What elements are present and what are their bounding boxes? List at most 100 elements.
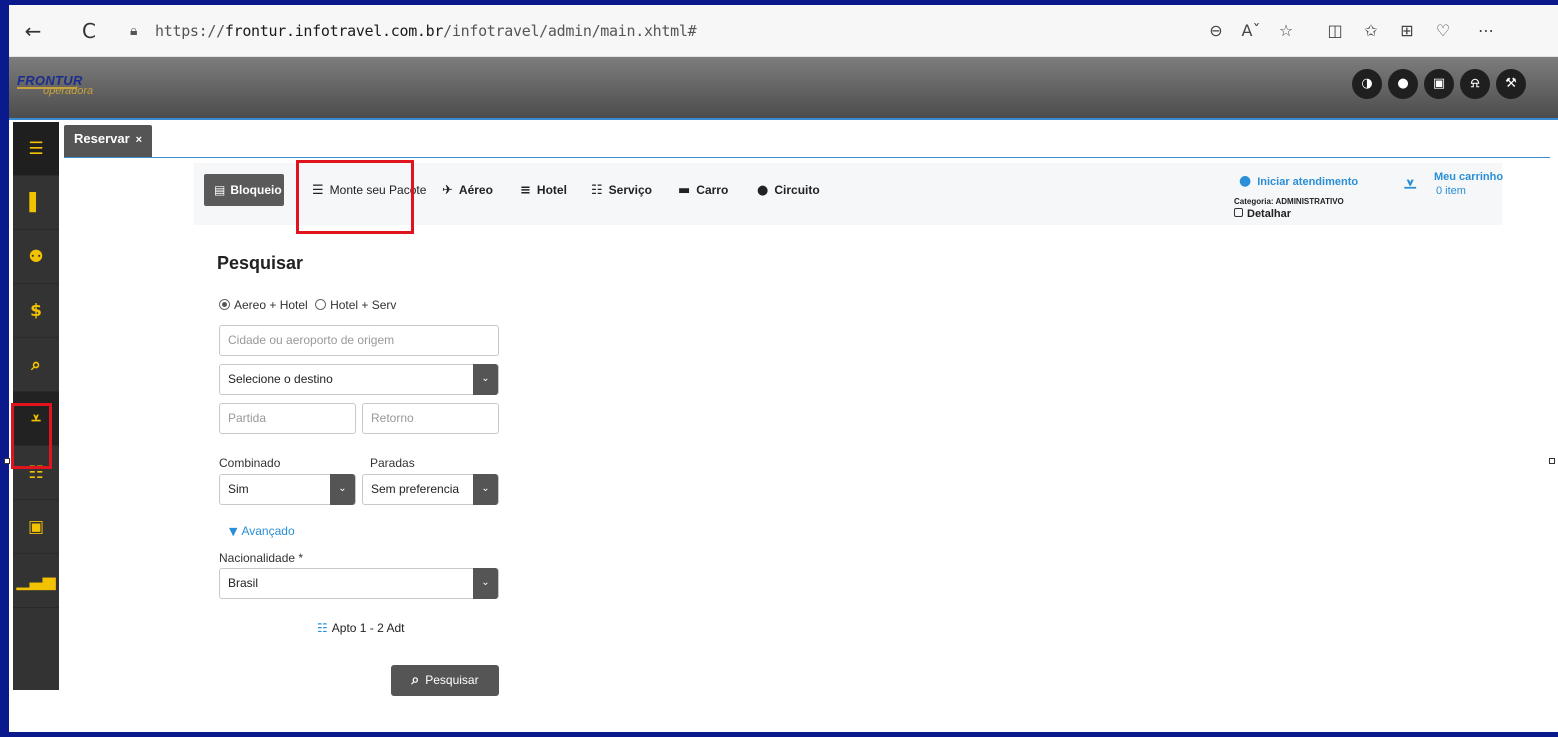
menu-toggle-icon[interactable]: ☰ <box>13 122 59 176</box>
favorites-list-icon[interactable]: ✩ <box>1359 19 1383 43</box>
nacionalidade-value: Brasil <box>228 576 259 590</box>
iniciar-atendimento-link[interactable]: ● Iniciar atendimento <box>1239 173 1358 189</box>
detalhar-label: Detalhar <box>1247 208 1292 220</box>
radio-selected-icon <box>219 299 230 310</box>
chevron-down-icon[interactable]: ⌄ <box>473 474 498 505</box>
radio-hotel-serv-label: Hotel + Serv <box>330 298 397 312</box>
menu-carro-label: Carro <box>696 183 729 197</box>
highlight-monte-seu-pacote <box>296 160 414 234</box>
browser-window: ← C 🔒︎ https://frontur.infotravel.com.br… <box>9 5 1558 732</box>
resize-handle-left <box>4 458 10 464</box>
menu-circuito-label: Circuito <box>774 183 820 197</box>
chevron-down-icon[interactable]: ⌄ <box>473 364 498 395</box>
contrast-icon[interactable]: ◑ <box>1352 69 1382 99</box>
back-icon[interactable]: ← <box>19 17 47 45</box>
package-type-radios: Aereo + Hotel Hotel + Serv <box>219 298 396 312</box>
filter-icon: ▼ <box>229 525 238 538</box>
pesquisar-button[interactable]: ⌕ Pesquisar <box>391 665 499 696</box>
menu-hotel-label: Hotel <box>536 183 567 197</box>
radio-hotel-serv[interactable]: Hotel + Serv <box>315 298 396 312</box>
bell-icon[interactable]: ⍾ <box>1460 69 1490 99</box>
frontur-logo[interactable]: FRONTUR operadora <box>17 73 93 97</box>
carrinho-label: Meu carrinho <box>1434 171 1504 183</box>
search-icon[interactable]: ⌕ <box>13 338 59 392</box>
radio-aereo-hotel-label: Aereo + Hotel <box>234 298 308 312</box>
origem-input[interactable]: Cidade ou aeroporto de origem <box>219 325 499 356</box>
menu-circuito[interactable]: ● Circuito <box>757 174 820 206</box>
car-icon: ▬ <box>678 183 691 198</box>
menu-hotel[interactable]: ≡ Hotel <box>520 174 567 206</box>
money-icon[interactable]: ▣ <box>13 500 59 554</box>
users-icon[interactable]: ⚉ <box>13 230 59 284</box>
combinado-select[interactable]: Sim ⌄ <box>219 474 356 505</box>
menu-bloqueio[interactable]: ▤ Bloqueio <box>204 174 284 206</box>
tab-divider <box>64 157 1550 158</box>
nacionalidade-label: Nacionalidade * <box>219 551 304 565</box>
combinado-value: Sim <box>228 482 249 496</box>
user-icon[interactable]: ● <box>1388 69 1418 99</box>
search-icon: ⌕ <box>411 672 420 688</box>
resize-handle-right <box>1549 458 1555 464</box>
cart-icon: ⩡ <box>1404 173 1417 198</box>
reload-icon[interactable]: C <box>75 17 103 45</box>
paradas-select[interactable]: Sem preferencia ⌄ <box>362 474 499 505</box>
apto-label: Apto 1 - 2 Adt <box>331 621 405 635</box>
split-screen-icon[interactable]: ◫ <box>1323 19 1347 43</box>
logo-swoosh <box>17 87 77 89</box>
detalhar-checkbox[interactable]: Detalhar <box>1234 208 1291 220</box>
sitemap-icon: ☷ <box>591 183 603 198</box>
tab-label: Reservar <box>74 131 130 146</box>
read-aloud-icon[interactable]: Aˇ <box>1239 19 1263 43</box>
plane-icon: ✈ <box>442 183 453 198</box>
menu-servico[interactable]: ☷ Serviço <box>591 174 652 206</box>
page-title: Pesquisar <box>217 253 304 273</box>
chevron-down-icon[interactable]: ⌄ <box>330 474 355 505</box>
destino-select[interactable]: Selecione o destino ⌄ <box>219 364 499 395</box>
sliders-icon: ☷ <box>317 621 328 635</box>
combinado-label: Combinado <box>219 456 281 470</box>
dollar-icon[interactable]: $ <box>13 284 59 338</box>
tab-reservar[interactable]: Reservar × <box>64 125 153 157</box>
avancado-link[interactable]: ▼ Avançado <box>229 524 295 538</box>
bed-icon: ≡ <box>520 183 531 198</box>
menu-aereo-label: Aéreo <box>458 183 493 197</box>
lock-icon[interactable]: 🔒︎ <box>130 23 137 39</box>
destino-value: Selecione o destino <box>228 372 333 386</box>
partida-input[interactable]: Partida <box>219 403 356 434</box>
menu-aereo[interactable]: ✈ Aéreo <box>442 174 493 206</box>
iniciar-label: Iniciar atendimento <box>1257 176 1359 188</box>
collections-icon[interactable]: ⊞ <box>1395 19 1419 43</box>
pesquisar-button-label: Pesquisar <box>425 673 479 687</box>
favorite-star-icon[interactable]: ☆ <box>1274 19 1298 43</box>
chevron-down-icon[interactable]: ⌄ <box>473 568 498 599</box>
zoom-icon[interactable]: ⊖ <box>1204 19 1228 43</box>
menu-carro[interactable]: ▬ Carro <box>678 174 728 206</box>
retorno-input[interactable]: Retorno <box>362 403 499 434</box>
apto-config-link[interactable]: ☷ Apto 1 - 2 Adt <box>317 621 404 635</box>
browser-address-bar: ← C 🔒︎ https://frontur.infotravel.com.br… <box>9 5 1558 57</box>
categoria-text: Categoria: ADMINISTRATIVO <box>1234 197 1344 206</box>
menu-bloqueio-label: Bloqueio <box>230 183 282 197</box>
health-icon[interactable]: ♡ <box>1431 19 1455 43</box>
checkbox-box[interactable] <box>1234 208 1243 217</box>
building-icon[interactable]: ▌ <box>13 176 59 230</box>
highlight-cart <box>11 403 52 469</box>
wrench-icon[interactable]: ⚒ <box>1496 69 1526 99</box>
cash-icon[interactable]: ▣ <box>1424 69 1454 99</box>
bar-chart-icon[interactable]: ▁▃▅ <box>13 554 59 608</box>
more-icon[interactable]: ⋯ <box>1474 19 1498 43</box>
list-icon: ▤ <box>214 183 226 197</box>
url-field[interactable]: https://frontur.infotravel.com.br/infotr… <box>155 22 697 40</box>
globe-icon: ● <box>757 183 769 198</box>
nacionalidade-select[interactable]: Brasil ⌄ <box>219 568 499 599</box>
carrinho-count: 0 item <box>1436 185 1466 197</box>
menu-servico-label: Serviço <box>608 183 653 197</box>
paradas-label: Paradas <box>370 456 415 470</box>
radio-unselected-icon <box>315 299 327 310</box>
avancado-label: Avançado <box>241 524 295 538</box>
user-icon: ● <box>1239 173 1252 189</box>
radio-aereo-hotel[interactable]: Aereo + Hotel <box>219 298 308 312</box>
paradas-value: Sem preferencia <box>371 482 460 496</box>
app-header: FRONTUR operadora ◑ ● ▣ ⍾ ⚒ <box>9 57 1558 120</box>
close-icon[interactable]: × <box>136 134 142 146</box>
